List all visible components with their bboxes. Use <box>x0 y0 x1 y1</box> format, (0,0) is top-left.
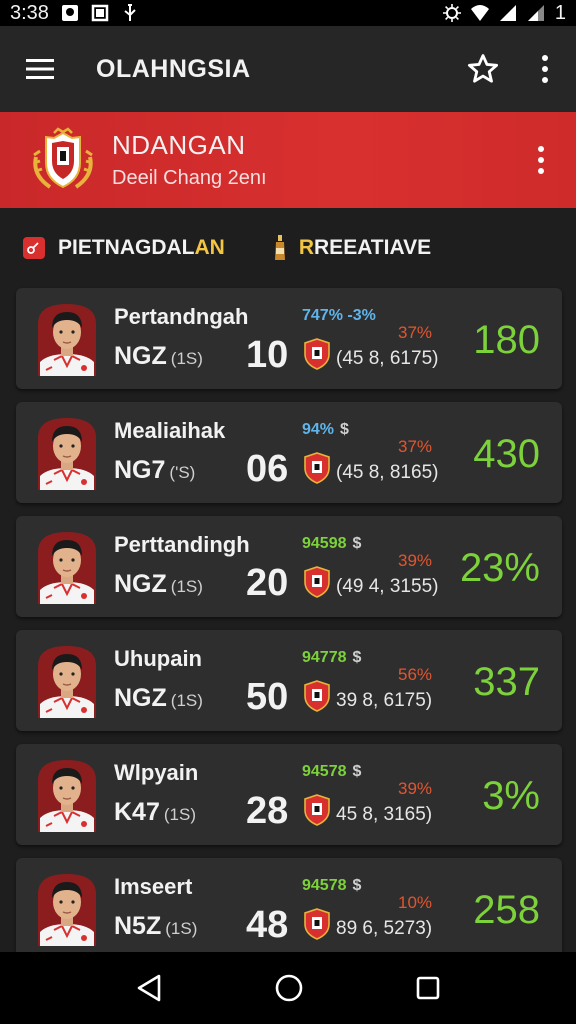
player-name: Imseert <box>114 874 193 899</box>
player-card[interactable]: Pertandngah NGZ (1S) 10 747% -3% 37% (45 … <box>16 288 562 389</box>
player-stat-tag: 94578 $ <box>302 763 362 780</box>
player-stat-tag: 94578 $ <box>302 877 362 894</box>
navigation-bar <box>0 952 576 1024</box>
player-avatar <box>38 418 96 490</box>
filter-row: PIETNAGDALAN RREEATIAVE <box>0 208 576 288</box>
player-number: 28 <box>246 790 289 832</box>
player-score: 337 <box>473 660 540 704</box>
player-stat-tag: 94% $ <box>302 421 349 438</box>
player-card[interactable]: Mealiaihak NG7 ('S) 06 94% $ 37% (45 8, 81… <box>16 402 562 503</box>
player-avatar <box>38 646 96 718</box>
player-coordinates: (49 4, 3155) <box>336 576 439 597</box>
team-crest-icon <box>33 127 93 189</box>
player-score: 3% <box>482 774 540 818</box>
player-avatar <box>38 760 96 832</box>
hamburger-icon[interactable] <box>26 58 54 80</box>
player-code: NGZ (1S) <box>114 570 203 598</box>
square-notification-icon <box>91 4 109 22</box>
player-code: N5Z (1S) <box>114 912 198 940</box>
player-card[interactable]: Uhupain NGZ (1S) 50 94778 $ 56% 39 8, 6175… <box>16 630 562 731</box>
player-percent: 39% <box>398 551 433 570</box>
team-name: NDANGAN <box>112 130 246 160</box>
player-coordinates: (45 8, 8165) <box>336 462 439 483</box>
player-code: NGZ (1S) <box>114 342 203 370</box>
signal-icon-2 <box>527 5 544 21</box>
bottle-icon <box>274 235 285 260</box>
filter-label-main: PIETNAGDAL <box>58 236 195 259</box>
player-code: NGZ (1S) <box>114 684 203 712</box>
club-badge-icon <box>304 452 330 484</box>
player-name: Uhupain <box>114 646 202 671</box>
player-number: 06 <box>246 448 289 490</box>
player-name: Wlpyain <box>114 760 199 785</box>
filter-label-highlight: AN <box>194 236 225 259</box>
club-badge-icon <box>304 680 330 712</box>
player-score: 258 <box>473 888 540 932</box>
square-recent-icon[interactable] <box>415 975 441 1001</box>
app-title: OLAHNGSIA <box>96 54 251 83</box>
player-code: K47 (1S) <box>114 798 196 826</box>
app-bar: OLAHNGSIA <box>0 26 576 112</box>
status-bar: 3:38 1 <box>0 0 576 26</box>
player-percent: 56% <box>398 665 433 684</box>
player-number: 20 <box>246 562 289 604</box>
player-percent: 37% <box>398 323 433 342</box>
player-code: NG7 ('S) <box>114 456 196 484</box>
player-number: 48 <box>246 904 289 946</box>
team-subtitle: Deeil Chang 2enı <box>112 167 267 189</box>
player-avatar <box>38 304 96 376</box>
player-card[interactable]: Imseert N5Z (1S) 48 94578 $ 10% 89 6, 5273… <box>16 858 562 959</box>
club-badge-icon <box>304 908 330 940</box>
battery-level: 1 <box>554 1 566 24</box>
filter-label-highlight: R <box>298 236 315 259</box>
player-percent: 39% <box>398 779 433 798</box>
club-badge-icon <box>304 566 330 598</box>
filter-tab-second[interactable]: RREEATIAVE <box>273 234 431 262</box>
circle-home-icon[interactable] <box>274 973 304 1003</box>
player-score: 23% <box>459 546 540 590</box>
team-banner[interactable]: NDANGAN Deeil Chang 2enı <box>0 112 576 208</box>
player-stat-tag: 747% -3% <box>302 307 376 324</box>
brightness-icon <box>442 4 461 22</box>
player-coordinates: 39 8, 6175) <box>336 690 433 711</box>
filter-tab-first[interactable]: PIETNAGDALAN <box>22 236 225 260</box>
triangle-back-icon[interactable] <box>135 973 163 1003</box>
player-list: Pertandngah NGZ (1S) 10 747% -3% 37% (45 … <box>16 288 562 972</box>
player-number: 50 <box>246 676 289 718</box>
player-coordinates: 45 8, 3165) <box>336 804 433 825</box>
usb-notification-icon <box>124 4 136 21</box>
player-coordinates: (45 8, 6175) <box>336 348 439 369</box>
player-card[interactable]: Wlpyain K47 (1S) 28 94578 $ 39% 45 8, 3165… <box>16 744 562 845</box>
wifi-icon <box>470 5 489 21</box>
more-vertical-icon[interactable] <box>540 54 550 84</box>
signal-icon <box>499 5 516 21</box>
player-name: Mealiaihak <box>114 418 226 443</box>
player-percent: 10% <box>398 893 433 912</box>
star-outline-icon[interactable] <box>466 52 500 86</box>
player-name: Pertandngah <box>114 304 249 329</box>
player-score: 180 <box>473 318 540 362</box>
filter-label-main: REEATIAVE <box>314 236 432 259</box>
gallery-notification-icon <box>61 5 78 21</box>
player-card[interactable]: Perttandingh NGZ (1S) 20 94598 $ 39% (49 4… <box>16 516 562 617</box>
club-badge-icon <box>304 794 330 826</box>
player-percent: 37% <box>398 437 433 456</box>
player-name: Perttandingh <box>114 532 250 557</box>
player-number: 10 <box>246 334 289 376</box>
player-coordinates: 89 6, 5273) <box>336 918 433 939</box>
more-vertical-icon[interactable] <box>536 145 546 175</box>
player-stat-tag: 94598 $ <box>302 535 362 552</box>
player-score: 430 <box>473 432 540 476</box>
player-stat-tag: 94778 $ <box>302 649 362 666</box>
tag-icon <box>23 237 45 259</box>
player-avatar <box>38 874 96 946</box>
status-time: 3:38 <box>10 1 49 24</box>
player-avatar <box>38 532 96 604</box>
club-badge-icon <box>304 338 330 370</box>
